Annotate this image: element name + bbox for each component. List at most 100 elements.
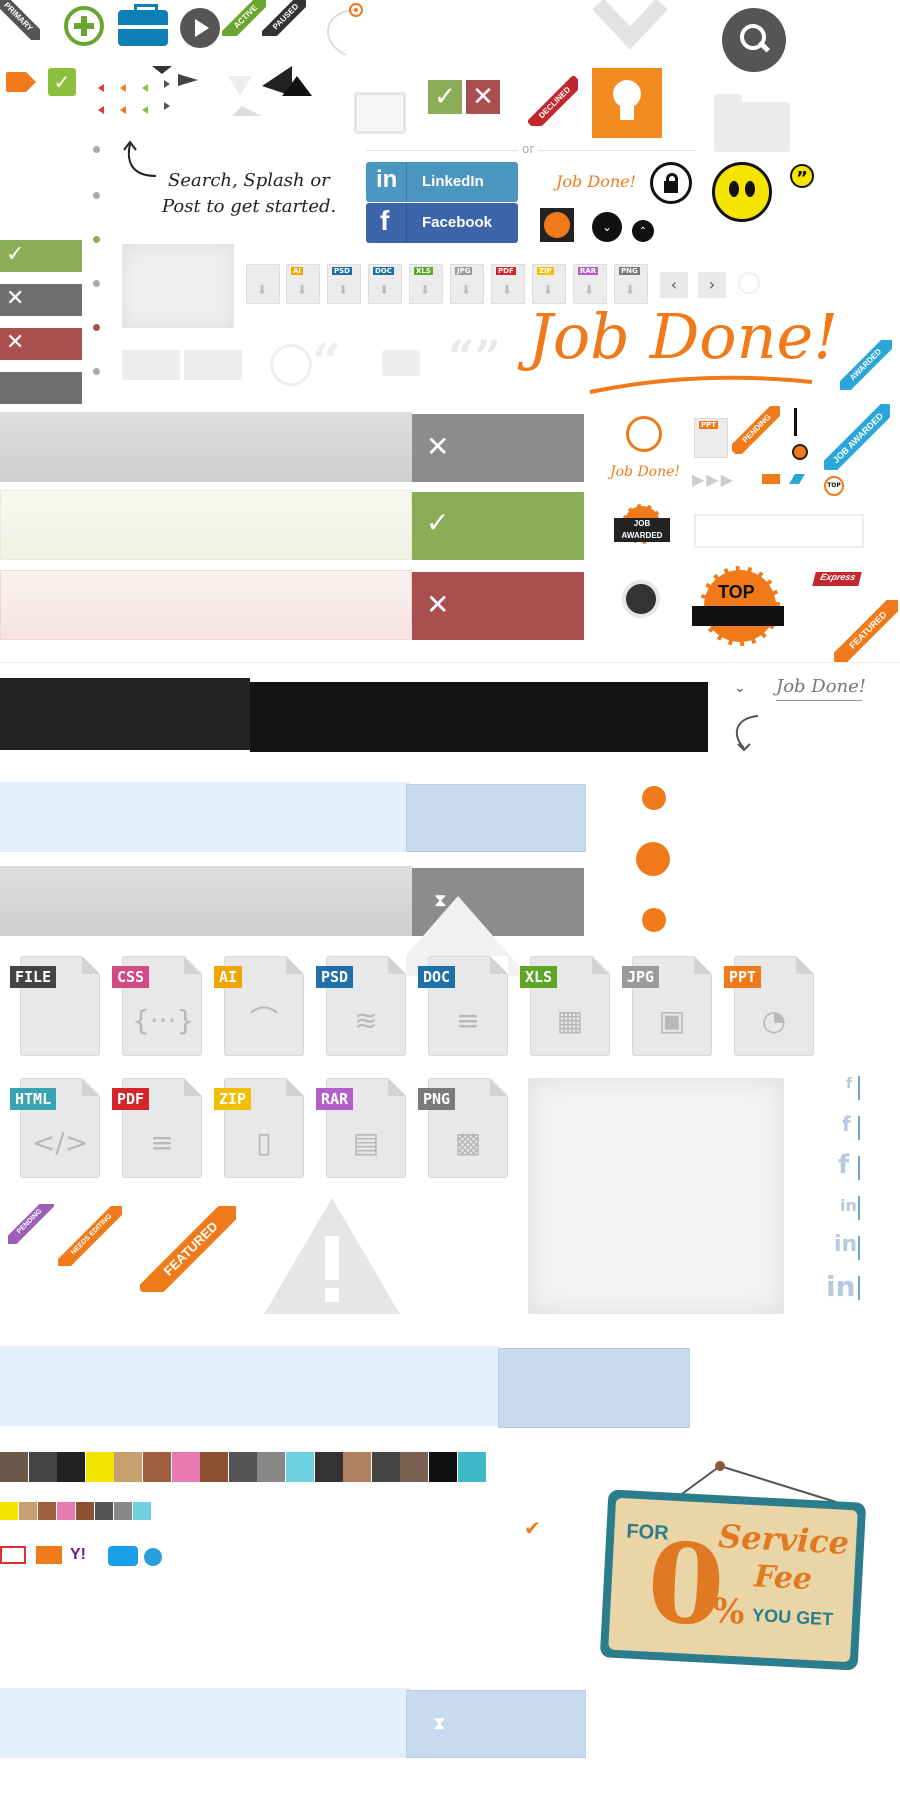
avatar[interactable] bbox=[133, 1502, 151, 1520]
play-outline-icon bbox=[270, 344, 312, 386]
search-icon[interactable] bbox=[722, 8, 786, 72]
text-input-blue-2[interactable] bbox=[0, 1346, 500, 1426]
dark-button[interactable] bbox=[250, 682, 708, 752]
avatar[interactable] bbox=[343, 1452, 372, 1482]
approve-button[interactable]: ✓ bbox=[428, 80, 462, 114]
smiley-face-icon bbox=[712, 162, 772, 222]
mini-file-label: AI bbox=[291, 267, 304, 275]
avatar[interactable] bbox=[286, 1452, 314, 1482]
avatar[interactable] bbox=[171, 1452, 200, 1482]
aol-icon[interactable] bbox=[108, 1546, 138, 1566]
hourglass-icon: ⧗ bbox=[433, 1713, 446, 1734]
avatar[interactable] bbox=[314, 1452, 343, 1482]
placeholder-bar-2 bbox=[184, 350, 242, 380]
facebook-glyph: f bbox=[380, 205, 390, 236]
mini-file-label: JPG bbox=[455, 267, 473, 275]
loading-button-blue[interactable]: ⧗ bbox=[406, 1690, 586, 1758]
facebook-button[interactable]: f Facebook bbox=[366, 203, 518, 243]
avatar[interactable] bbox=[28, 1452, 57, 1482]
error-button[interactable]: ✕ bbox=[412, 572, 584, 640]
file-glyph-icon: ▯ bbox=[256, 1126, 272, 1159]
avatar[interactable] bbox=[57, 1502, 75, 1520]
lock-icon[interactable] bbox=[650, 162, 692, 204]
play-icon[interactable] bbox=[180, 8, 220, 48]
linkedin-button[interactable]: in LinkedIn bbox=[366, 162, 518, 202]
mini-file-icon: JPG ⬇ bbox=[450, 264, 484, 304]
avatar[interactable] bbox=[457, 1452, 486, 1482]
prev-arrow-button[interactable]: ‹ bbox=[660, 272, 688, 298]
job-awarded-line1: JOB bbox=[633, 519, 651, 528]
avatar[interactable] bbox=[38, 1502, 56, 1520]
job-awarded-ribbon-label: JOB AWARDED bbox=[824, 404, 890, 470]
primary-ribbon-label: PRIMARY bbox=[0, 0, 40, 40]
job-done-grey: Job Done! bbox=[776, 676, 867, 697]
mini-file-icon: PSD ⬇ bbox=[327, 264, 361, 304]
blue-button-2[interactable] bbox=[498, 1348, 690, 1428]
avatar[interactable] bbox=[0, 1452, 28, 1482]
close-icon: ✕ bbox=[426, 430, 450, 463]
avatar[interactable] bbox=[114, 1502, 132, 1520]
facebook-icon-1[interactable]: f bbox=[846, 1076, 852, 1092]
mail-icon[interactable] bbox=[36, 1546, 62, 1564]
avatar[interactable] bbox=[400, 1452, 429, 1482]
declined-ribbon: DECLINED bbox=[528, 76, 578, 126]
avatar[interactable] bbox=[114, 1452, 143, 1482]
avatar[interactable] bbox=[76, 1502, 94, 1520]
avatar[interactable] bbox=[19, 1502, 37, 1520]
text-input-blue[interactable] bbox=[0, 782, 410, 852]
mini-file-icon: XLS ⬇ bbox=[409, 264, 443, 304]
file-icon-doc: DOC ≡ bbox=[418, 956, 508, 1056]
yahoo-icon[interactable]: Y! bbox=[70, 1546, 102, 1566]
blue-button[interactable] bbox=[406, 784, 586, 852]
text-input-blue-3[interactable] bbox=[0, 1688, 410, 1758]
download-arrow-icon: ⬇ bbox=[297, 283, 308, 297]
avatar[interactable] bbox=[143, 1452, 171, 1482]
text-input-disabled[interactable] bbox=[0, 866, 412, 936]
avatar[interactable] bbox=[228, 1452, 257, 1482]
empty-input[interactable] bbox=[694, 514, 864, 548]
gmail-icon[interactable] bbox=[0, 1546, 26, 1564]
file-icon-pdf: PDF ≡ bbox=[112, 1078, 202, 1178]
file-glyph-icon: ≡ bbox=[150, 1126, 174, 1159]
avatar[interactable] bbox=[200, 1452, 229, 1482]
dark-input[interactable] bbox=[0, 678, 250, 750]
job-done-underline bbox=[589, 375, 813, 394]
outlook-icon[interactable] bbox=[144, 1548, 162, 1566]
avatar[interactable] bbox=[257, 1452, 286, 1482]
file-glyph-icon: ▦ bbox=[556, 1004, 584, 1037]
reject-button[interactable]: ✕ bbox=[466, 80, 500, 114]
service-fee-sign: FOR 0 % Service Fee YOU GET bbox=[599, 1489, 867, 1671]
avatar[interactable] bbox=[57, 1452, 86, 1482]
facebook-icon-2[interactable]: f bbox=[842, 1112, 851, 1136]
job-done-small: Job Done! bbox=[556, 172, 637, 191]
featured-ribbon: FEATURED bbox=[140, 1206, 236, 1292]
avatar[interactable] bbox=[85, 1452, 114, 1482]
text-input-red[interactable] bbox=[0, 570, 412, 640]
avatar[interactable] bbox=[371, 1452, 400, 1482]
folder-icon bbox=[714, 94, 790, 152]
avatar[interactable] bbox=[95, 1502, 113, 1520]
confirm-button[interactable]: ✓ bbox=[412, 492, 584, 560]
chevron-down-icon[interactable]: ⌄ bbox=[592, 212, 622, 242]
toolbox-icon[interactable] bbox=[118, 4, 168, 46]
check-icon[interactable]: ✓ bbox=[48, 68, 76, 96]
next-arrow-button[interactable]: › bbox=[698, 272, 726, 298]
close-button[interactable]: ✕ bbox=[412, 414, 584, 482]
pending-ribbon-label: PENDING bbox=[732, 406, 780, 454]
linkedin-icon-3[interactable]: in bbox=[826, 1270, 856, 1303]
text-input-green[interactable] bbox=[0, 490, 412, 560]
lightbulb-icon[interactable] bbox=[592, 68, 662, 138]
linkedin-icon-2[interactable]: in bbox=[834, 1232, 857, 1257]
warning-icon bbox=[264, 1198, 400, 1314]
linkedin-icon-1[interactable]: in bbox=[840, 1196, 857, 1215]
text-input-grey[interactable] bbox=[0, 412, 412, 482]
job-awarded-line2: AWARDED bbox=[621, 531, 663, 540]
neutral-status-bar bbox=[0, 372, 82, 404]
blue-flag-icon bbox=[789, 474, 805, 484]
arrow-markers-icon bbox=[98, 66, 198, 114]
avatar[interactable] bbox=[0, 1502, 18, 1520]
avatar[interactable] bbox=[429, 1452, 457, 1482]
facebook-icon-3[interactable]: f bbox=[838, 1150, 849, 1180]
chevron-up-icon[interactable]: ⌃ bbox=[632, 220, 654, 242]
add-icon[interactable] bbox=[64, 6, 104, 46]
